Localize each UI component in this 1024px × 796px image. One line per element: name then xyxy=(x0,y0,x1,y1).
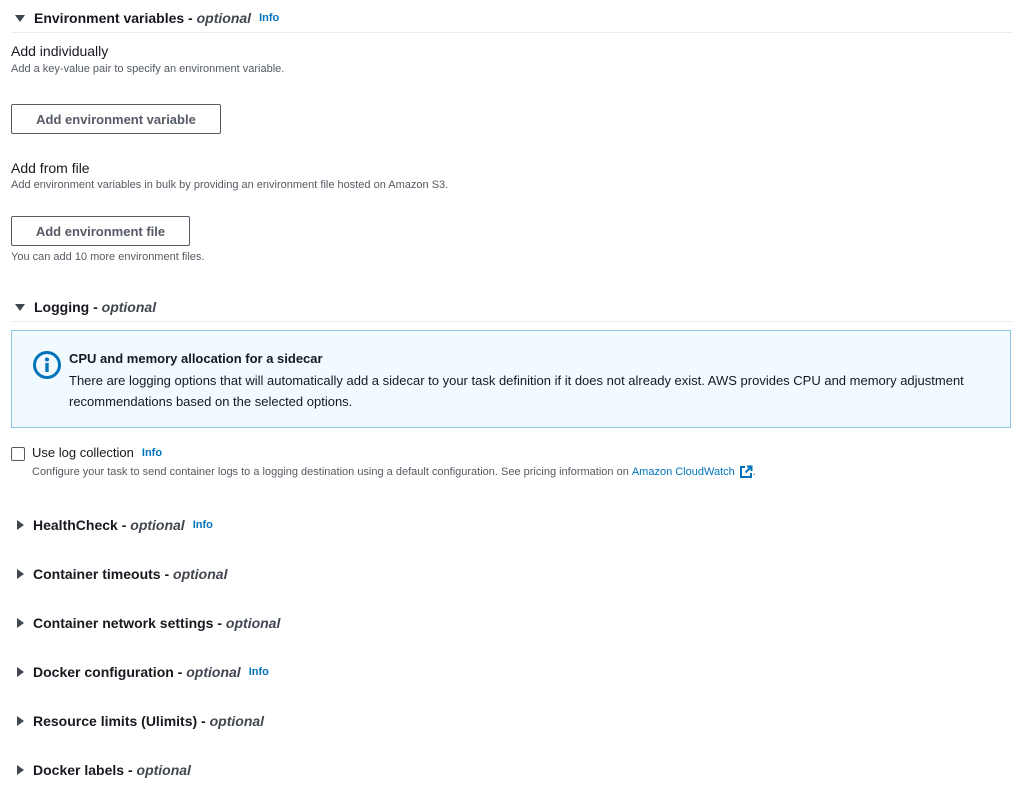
section-dash: - xyxy=(124,762,137,778)
add-environment-file-button[interactable]: Add environment file xyxy=(11,216,190,246)
caret-down-icon xyxy=(15,14,25,22)
section-title: Resource limits (Ulimits) xyxy=(33,713,198,729)
optional-label: optional xyxy=(101,299,157,315)
amazon-cloudwatch-link[interactable]: Amazon CloudWatch xyxy=(632,466,735,478)
add-individually-description: Add a key-value pair to specify an envir… xyxy=(11,63,285,75)
caret-down-icon xyxy=(15,303,25,311)
divider xyxy=(12,32,1012,33)
add-individually-label: Add individually xyxy=(11,43,109,59)
section-dash: - xyxy=(184,10,197,26)
caret-right-icon xyxy=(17,520,24,530)
optional-label: optional xyxy=(130,517,185,533)
section-title: Environment variables xyxy=(34,10,185,26)
section-dash: - xyxy=(160,566,174,582)
section-dash: - xyxy=(213,615,226,631)
optional-label: optional xyxy=(196,10,252,26)
section-dash: - xyxy=(197,713,210,729)
info-circle-icon xyxy=(33,351,61,379)
caret-right-icon xyxy=(17,618,24,628)
sidecar-info-alert: CPU and memory allocation for a sidecar … xyxy=(11,330,1011,428)
caret-right-icon xyxy=(17,765,24,775)
env-variables-section-header[interactable]: Environment variables - optional Info xyxy=(12,7,279,29)
section-title: Container timeouts xyxy=(33,566,161,582)
info-link[interactable]: Info xyxy=(193,519,213,531)
optional-label: optional xyxy=(136,762,191,778)
caret-right-icon xyxy=(17,716,24,726)
external-link-icon[interactable] xyxy=(739,465,753,479)
alert-body: There are logging options that will auto… xyxy=(69,373,964,409)
section-title: Container network settings xyxy=(33,615,214,631)
healthcheck-section-header[interactable]: HealthCheck - optional Info xyxy=(12,514,213,536)
section-dash: - xyxy=(117,517,131,533)
optional-label: optional xyxy=(225,615,281,631)
use-log-collection-checkbox[interactable] xyxy=(11,447,25,461)
resource-limits-section-header[interactable]: Resource limits (Ulimits) - optional xyxy=(12,710,264,732)
container-timeouts-section-header[interactable]: Container timeouts - optional xyxy=(12,563,227,585)
use-log-collection-label[interactable]: Use log collection Info xyxy=(32,445,162,460)
section-dash: - xyxy=(173,664,187,680)
container-network-settings-section-header[interactable]: Container network settings - optional xyxy=(12,612,280,634)
optional-label: optional xyxy=(173,566,228,582)
optional-label: optional xyxy=(209,713,265,729)
divider xyxy=(12,321,1012,322)
logging-section-header[interactable]: Logging - optional xyxy=(12,296,156,318)
info-link[interactable]: Info xyxy=(142,447,162,459)
add-from-file-label: Add from file xyxy=(11,160,90,176)
add-from-file-description: Add environment variables in bulk by pro… xyxy=(11,179,449,191)
caret-right-icon xyxy=(17,667,24,677)
add-environment-variable-button[interactable]: Add environment variable xyxy=(11,104,221,134)
checkbox-label-text: Use log collection xyxy=(32,445,134,460)
info-link[interactable]: Info xyxy=(249,666,269,678)
alert-title: CPU and memory allocation for a sidecar xyxy=(69,351,323,366)
description-text: Configure your task to send container lo… xyxy=(32,466,629,478)
section-title: HealthCheck xyxy=(33,517,118,533)
section-title: Docker labels xyxy=(33,762,125,778)
optional-label: optional xyxy=(186,664,241,680)
info-link[interactable]: Info xyxy=(259,12,279,24)
caret-right-icon xyxy=(17,569,24,579)
section-title: Logging xyxy=(34,299,90,315)
docker-configuration-section-header[interactable]: Docker configuration - optional Info xyxy=(12,661,269,683)
docker-labels-section-header[interactable]: Docker labels - optional xyxy=(12,759,191,781)
section-dash: - xyxy=(89,299,102,315)
log-collection-description: Configure your task to send container lo… xyxy=(32,465,756,479)
files-remaining-text: You can add 10 more environment files. xyxy=(11,251,205,263)
section-title: Docker configuration xyxy=(33,664,174,680)
description-period: . xyxy=(752,466,756,478)
